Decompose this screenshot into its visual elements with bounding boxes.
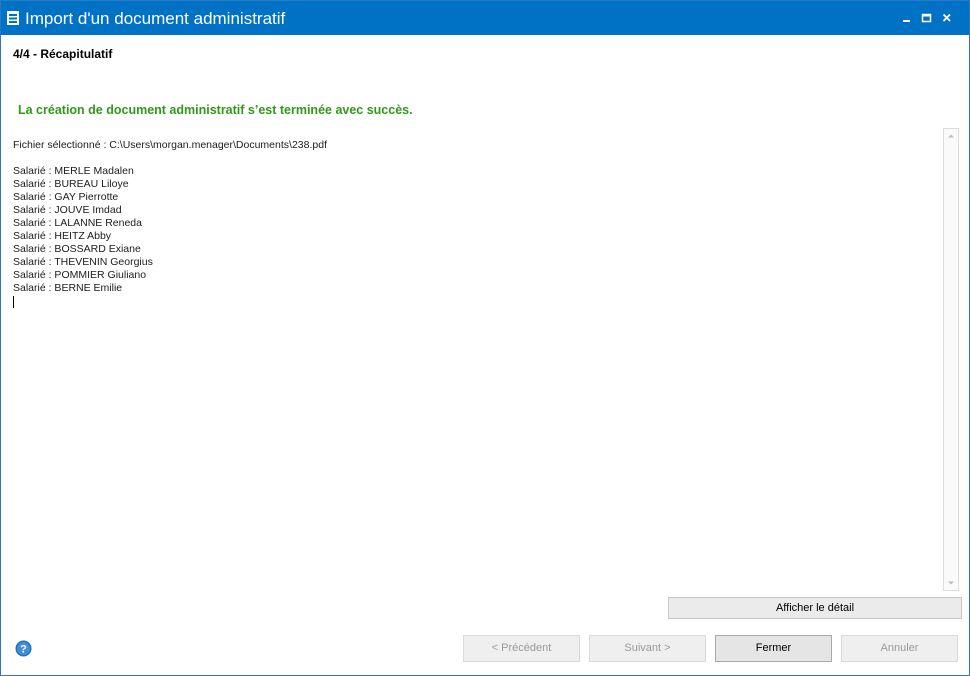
summary-text: Fichier sélectionné : C:\Users\morgan.me… — [13, 139, 327, 308]
title-bar[interactable]: Import d'un document administratif — [1, 1, 969, 35]
close-icon — [942, 13, 951, 22]
success-message: La création de document administratif s’… — [18, 103, 413, 117]
window-title: Import d'un document administratif — [25, 9, 286, 28]
close-window-button[interactable] — [939, 10, 955, 26]
previous-button[interactable]: < Précédent — [463, 635, 580, 662]
minimize-button[interactable] — [899, 10, 915, 26]
vertical-scrollbar[interactable] — [943, 128, 959, 591]
employee-line: Salarié : HEITZ Abby — [13, 230, 112, 242]
close-button[interactable]: Fermer — [715, 635, 832, 662]
maximize-icon — [921, 13, 932, 23]
show-detail-button[interactable]: Afficher le détail — [668, 597, 962, 619]
scroll-down-button[interactable] — [944, 576, 958, 590]
menu-list-icon[interactable] — [7, 11, 19, 25]
employee-line: Salarié : LALANNE Reneda — [13, 217, 142, 229]
svg-text:?: ? — [20, 644, 27, 656]
chevron-down-icon — [948, 581, 954, 585]
import-dialog-window: Import d'un document administratif 4/4 -… — [0, 0, 970, 676]
employee-line: Salarié : MERLE Madalen — [13, 165, 134, 177]
maximize-button[interactable] — [919, 10, 935, 26]
minimize-icon — [903, 20, 910, 22]
employee-line: Salarié : THEVENIN Georgius — [13, 256, 153, 268]
summary-textarea[interactable]: Fichier sélectionné : C:\Users\morgan.me… — [13, 129, 939, 591]
chevron-up-icon — [948, 134, 954, 138]
employee-line: Salarié : JOUVE Imdad — [13, 204, 122, 216]
help-question-icon[interactable]: ? — [15, 640, 32, 657]
employee-line: Salarié : GAY Pierrotte — [13, 191, 119, 203]
text-caret — [13, 296, 14, 308]
employee-line: Salarié : BERNE Emilie — [13, 282, 123, 294]
step-title: 4/4 - Récapitulatif — [13, 47, 113, 61]
selected-file-line: Fichier sélectionné : C:\Users\morgan.me… — [13, 139, 327, 151]
employee-line: Salarié : BUREAU Liloye — [13, 178, 129, 190]
cancel-button[interactable]: Annuler — [841, 635, 958, 662]
next-button[interactable]: Suivant > — [589, 635, 706, 662]
employee-line: Salarié : POMMIER Giuliano — [13, 269, 147, 281]
scroll-up-button[interactable] — [944, 129, 958, 143]
employee-line: Salarié : BOSSARD Exiane — [13, 243, 141, 255]
